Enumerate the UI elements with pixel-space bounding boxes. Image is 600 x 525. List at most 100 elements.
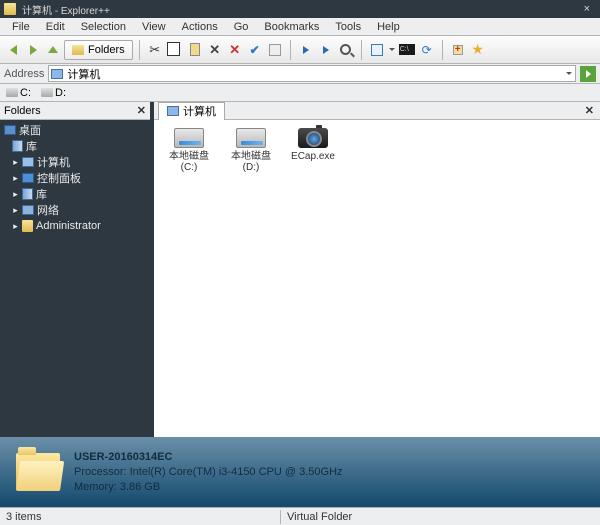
tree-label: 控制面板 — [37, 170, 81, 186]
drive-d[interactable]: D: — [41, 87, 66, 99]
file-label: 本地磁盘 (C:) — [162, 151, 216, 173]
desktop-icon — [4, 125, 16, 135]
tree-panel-title: Folders — [4, 105, 41, 117]
properties-button[interactable]: ✔ — [246, 41, 264, 59]
tree-panel-header: Folders ✕ — [0, 102, 150, 120]
expand-toggle[interactable]: ▸ — [12, 157, 19, 168]
toolbar-separator — [290, 40, 291, 60]
camera-icon — [298, 128, 328, 148]
menu-help[interactable]: Help — [369, 21, 408, 33]
up-button[interactable] — [44, 41, 62, 59]
folder-tree-panel: Folders ✕ 桌面 库 ▸ 计算机 ▸ 控制面板 ▸ — [0, 102, 150, 437]
title-bar: 计算机 - Explorer++ × — [0, 0, 600, 18]
tree-label: 网络 — [37, 202, 59, 218]
drive-label: C: — [20, 87, 31, 99]
cmd-button[interactable]: C:\ — [398, 41, 416, 59]
delete-perm-button[interactable]: ✕ — [226, 41, 244, 59]
address-value: 计算机 — [67, 66, 100, 82]
expand-toggle[interactable]: ▸ — [12, 173, 19, 184]
view-button[interactable] — [368, 41, 386, 59]
x-icon: ✕ — [209, 42, 220, 58]
back-button[interactable] — [4, 41, 22, 59]
expand-toggle[interactable]: ▸ — [12, 205, 19, 216]
tab-label: 计算机 — [183, 103, 216, 119]
arrow-left-icon — [10, 45, 17, 55]
tree-label: 计算机 — [37, 154, 70, 170]
close-panel-button[interactable]: ✕ — [137, 104, 146, 117]
copy-to-button[interactable] — [297, 41, 315, 59]
address-bar: Address 计算机 — [0, 64, 600, 84]
menu-actions[interactable]: Actions — [174, 21, 226, 33]
drive-icon — [6, 88, 18, 97]
arrow-right-icon — [323, 46, 329, 54]
tree-node-desktop[interactable]: 桌面 — [2, 122, 148, 138]
options-button[interactable] — [266, 41, 284, 59]
address-input[interactable]: 计算机 — [48, 65, 576, 82]
computer-icon — [51, 69, 63, 79]
file-label: ECap.exe — [291, 151, 335, 162]
tree-node-lib-root[interactable]: 库 — [2, 138, 148, 154]
copy-icon — [169, 44, 180, 56]
status-bar: 3 items Virtual Folder — [0, 507, 600, 525]
arrow-right-icon — [303, 46, 309, 54]
delete-button[interactable]: ✕ — [206, 41, 224, 59]
tree-node-libraries[interactable]: ▸ 库 — [2, 186, 148, 202]
menu-view[interactable]: View — [134, 21, 174, 33]
user-folder-icon — [22, 220, 33, 232]
network-icon — [22, 205, 34, 215]
tree-label: 库 — [26, 138, 37, 154]
folder-icon — [72, 45, 84, 55]
window-title: 计算机 - Explorer++ — [22, 2, 578, 17]
memory-info: Memory: 3.86 GB — [74, 480, 343, 495]
forward-button[interactable] — [24, 41, 42, 59]
menu-go[interactable]: Go — [226, 21, 257, 33]
status-folder-type: Virtual Folder — [281, 511, 358, 523]
expand-toggle[interactable]: ▸ — [12, 189, 19, 200]
details-pane: USER-20160314EC Processor: Intel(R) Core… — [0, 437, 600, 507]
close-tab-button[interactable]: ✕ — [585, 104, 594, 117]
menu-bar: FileEditSelectionViewActionsGoBookmarksT… — [0, 18, 600, 36]
menu-selection[interactable]: Selection — [73, 21, 134, 33]
go-arrow-icon — [586, 70, 591, 78]
menu-tools[interactable]: Tools — [327, 21, 369, 33]
copy-button[interactable] — [166, 41, 184, 59]
drive-c[interactable]: C: — [6, 87, 31, 99]
search-icon — [340, 44, 351, 55]
menu-file[interactable]: File — [4, 21, 38, 33]
folders-toggle[interactable]: Folders — [64, 40, 133, 60]
close-icon[interactable]: × — [578, 3, 596, 15]
move-to-button[interactable] — [317, 41, 335, 59]
tree-node-computer[interactable]: ▸ 计算机 — [2, 154, 148, 170]
search-button[interactable] — [337, 41, 355, 59]
menu-bookmarks[interactable]: Bookmarks — [256, 21, 327, 33]
grid-icon — [371, 44, 383, 56]
tab-bar: 计算机 ✕ — [154, 102, 600, 120]
file-item[interactable]: 本地磁盘 (D:) — [224, 128, 278, 173]
paste-button[interactable] — [186, 41, 204, 59]
view-dropdown[interactable] — [388, 48, 396, 51]
address-dropdown[interactable] — [565, 72, 573, 75]
tab-computer[interactable]: 计算机 — [158, 102, 225, 120]
file-view[interactable]: 本地磁盘 (C:) 本地磁盘 (D:) ECap.exe — [154, 120, 600, 437]
star-icon: ★ — [471, 41, 484, 58]
computer-icon — [167, 106, 179, 116]
paste-icon — [190, 43, 200, 56]
bookmark-button[interactable]: ★ — [469, 41, 487, 59]
cut-button[interactable]: ✂ — [146, 41, 164, 59]
file-item[interactable]: ECap.exe — [286, 128, 340, 173]
tree-label: 库 — [36, 186, 47, 202]
tree-node-controlpanel[interactable]: ▸ 控制面板 — [2, 170, 148, 186]
arrow-up-icon — [48, 46, 58, 53]
library-icon — [12, 140, 23, 152]
refresh-button[interactable]: ⟳ — [418, 41, 436, 59]
menu-edit[interactable]: Edit — [38, 21, 73, 33]
go-button[interactable] — [580, 66, 596, 82]
file-item[interactable]: 本地磁盘 (C:) — [162, 128, 216, 173]
expand-toggle[interactable]: ▸ — [12, 221, 19, 232]
tree-node-user[interactable]: ▸ Administrator — [2, 218, 148, 234]
app-icon — [4, 3, 16, 15]
tree-node-network[interactable]: ▸ 网络 — [2, 202, 148, 218]
drive-icon — [174, 128, 204, 148]
new-folder-button[interactable] — [449, 41, 467, 59]
folder-tree[interactable]: 桌面 库 ▸ 计算机 ▸ 控制面板 ▸ 库 ▸ — [0, 120, 150, 437]
